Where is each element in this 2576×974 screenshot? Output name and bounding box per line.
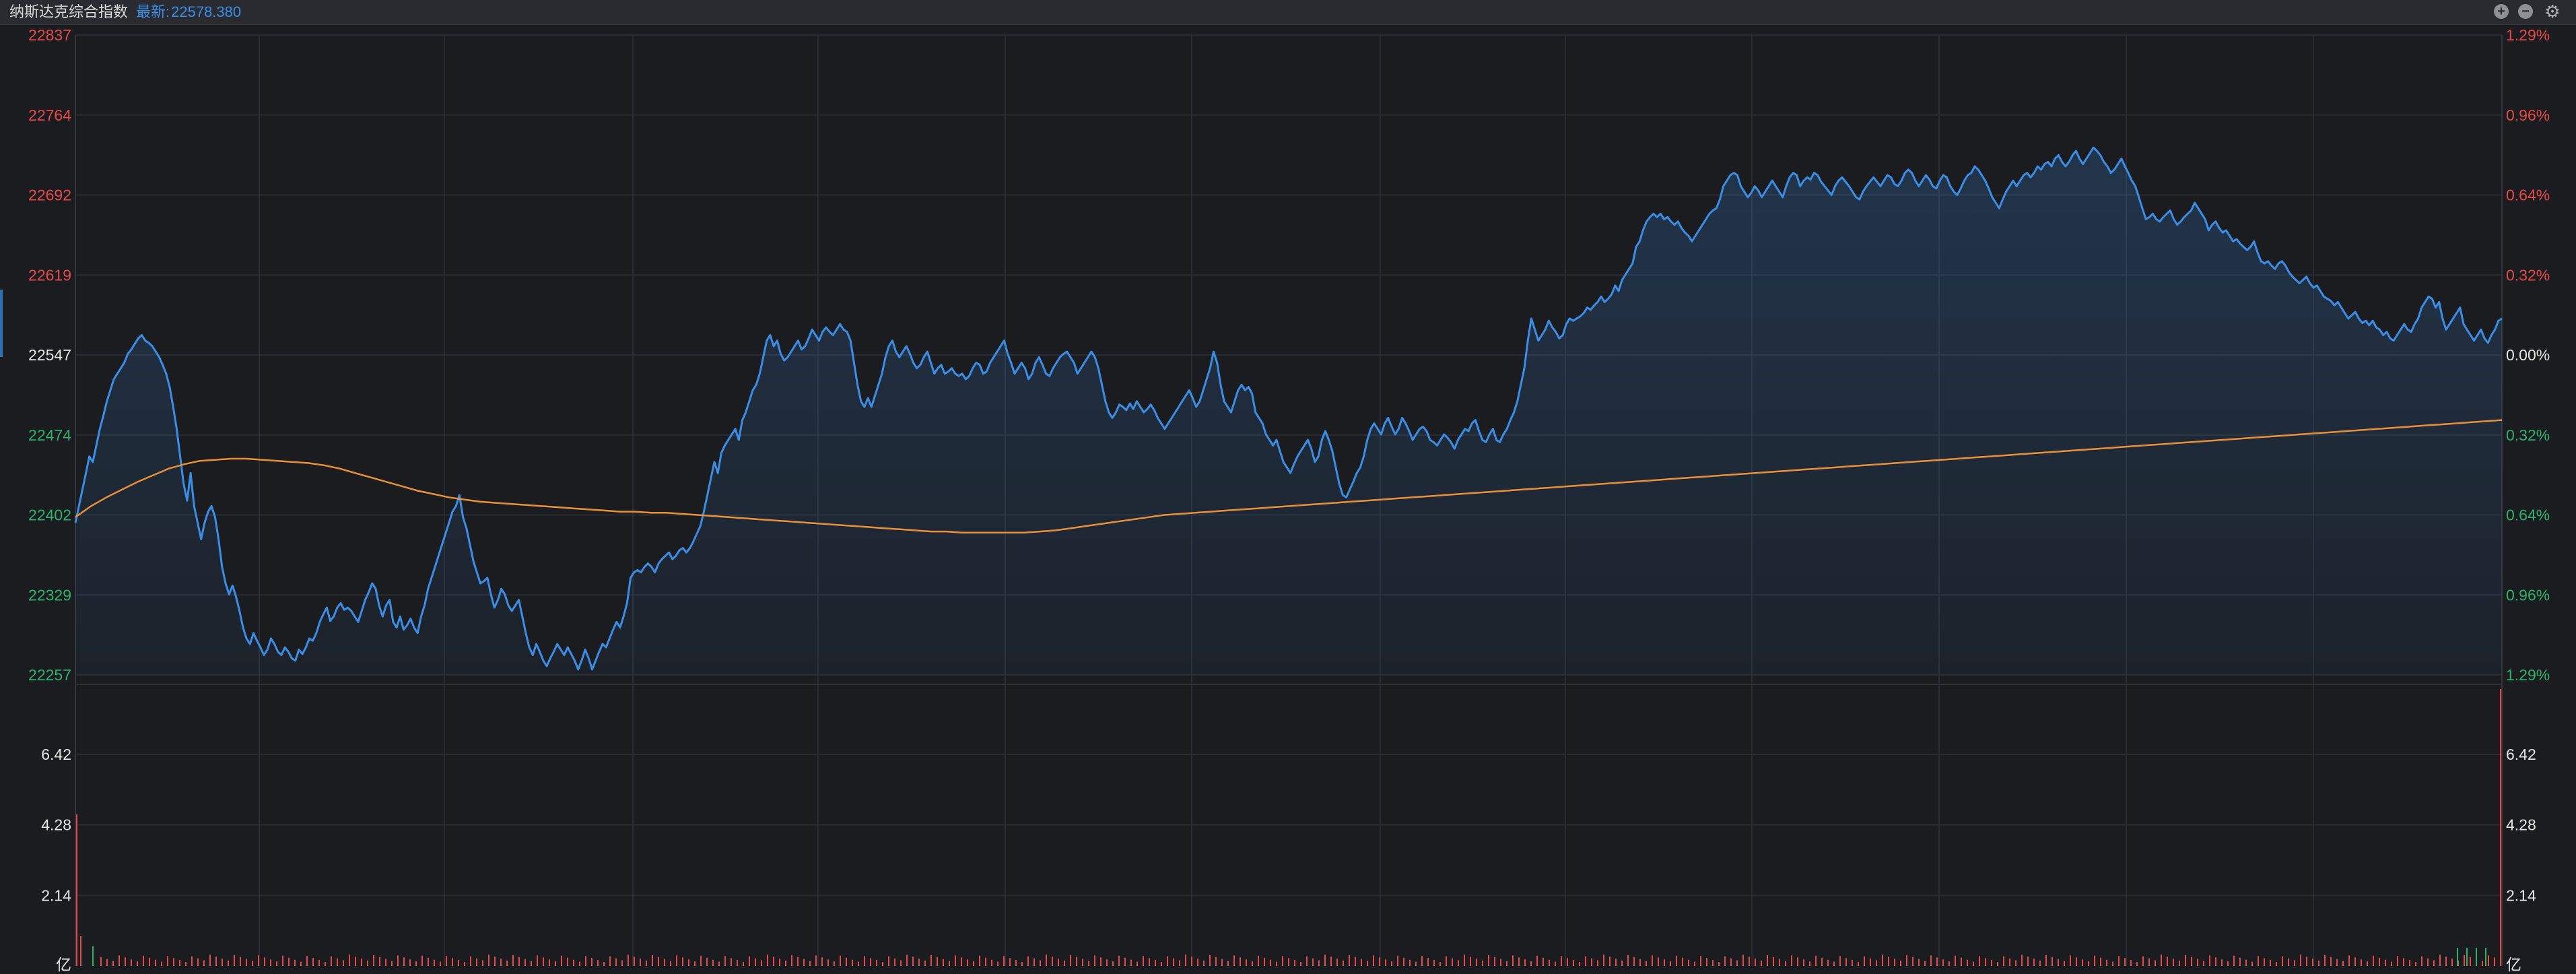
minus-circle-icon: − — [2521, 4, 2530, 19]
y-tick-label-right: 0.96% — [2506, 106, 2550, 124]
zoom-in-button[interactable]: + — [2494, 4, 2509, 19]
y-tick-label-right: 1.29% — [2506, 26, 2550, 44]
volume-tick-label-right: 2.14 — [2506, 886, 2536, 904]
latest-price: 最新:22578.380 — [136, 3, 241, 22]
y-tick-label-right: 0.96% — [2506, 586, 2550, 604]
y-tick-label-left: 22257 — [28, 666, 71, 684]
y-tick-label-left: 22764 — [28, 106, 71, 124]
volume-unit-label-left: 亿 — [56, 956, 71, 973]
chart-titlebar: 纳斯达克综合指数 最新:22578.380 + − ⚙ — [0, 0, 2576, 25]
volume-tick-label-right: 6.42 — [2506, 746, 2536, 763]
y-tick-label-left: 22329 — [28, 586, 71, 604]
y-tick-label-right: 0.32% — [2506, 426, 2550, 444]
y-tick-label-left: 22619 — [28, 266, 71, 284]
y-tick-label-right: 0.00% — [2506, 346, 2550, 364]
y-tick-label-left: 22474 — [28, 426, 71, 444]
y-tick-label-right: 1.29% — [2506, 666, 2550, 684]
zoom-out-button[interactable]: − — [2518, 4, 2533, 19]
y-tick-label-right: 0.32% — [2506, 266, 2550, 284]
y-tick-label-left: 22692 — [28, 187, 71, 204]
settings-button[interactable]: ⚙ — [2544, 3, 2561, 20]
latest-label: 最新: — [136, 3, 170, 20]
volume-unit-label-right: 亿 — [2506, 956, 2521, 973]
volume-tick-label-left: 6.42 — [41, 746, 71, 763]
volume-tick-label-left: 4.28 — [41, 816, 71, 834]
y-tick-label-left: 22402 — [28, 507, 71, 524]
price-area-fill — [75, 148, 2502, 676]
y-tick-label-right: 0.64% — [2506, 507, 2550, 524]
y-tick-label-left: 22837 — [28, 26, 71, 44]
y-tick-label-left: 22547 — [28, 346, 71, 364]
volume-tick-label-right: 4.28 — [2506, 816, 2536, 834]
y-tick-label-right: 0.64% — [2506, 187, 2550, 204]
volume-tick-label-left: 2.14 — [41, 886, 71, 904]
gear-icon: ⚙ — [2544, 1, 2561, 22]
latest-value: 22578.380 — [171, 3, 242, 20]
index-title: 纳斯达克综合指数 — [9, 3, 129, 20]
intraday-chart[interactable]: 22837 22764 22692 22619 22547 22474 22402 22329… — [0, 24, 2576, 974]
plus-circle-icon: + — [2497, 4, 2505, 19]
